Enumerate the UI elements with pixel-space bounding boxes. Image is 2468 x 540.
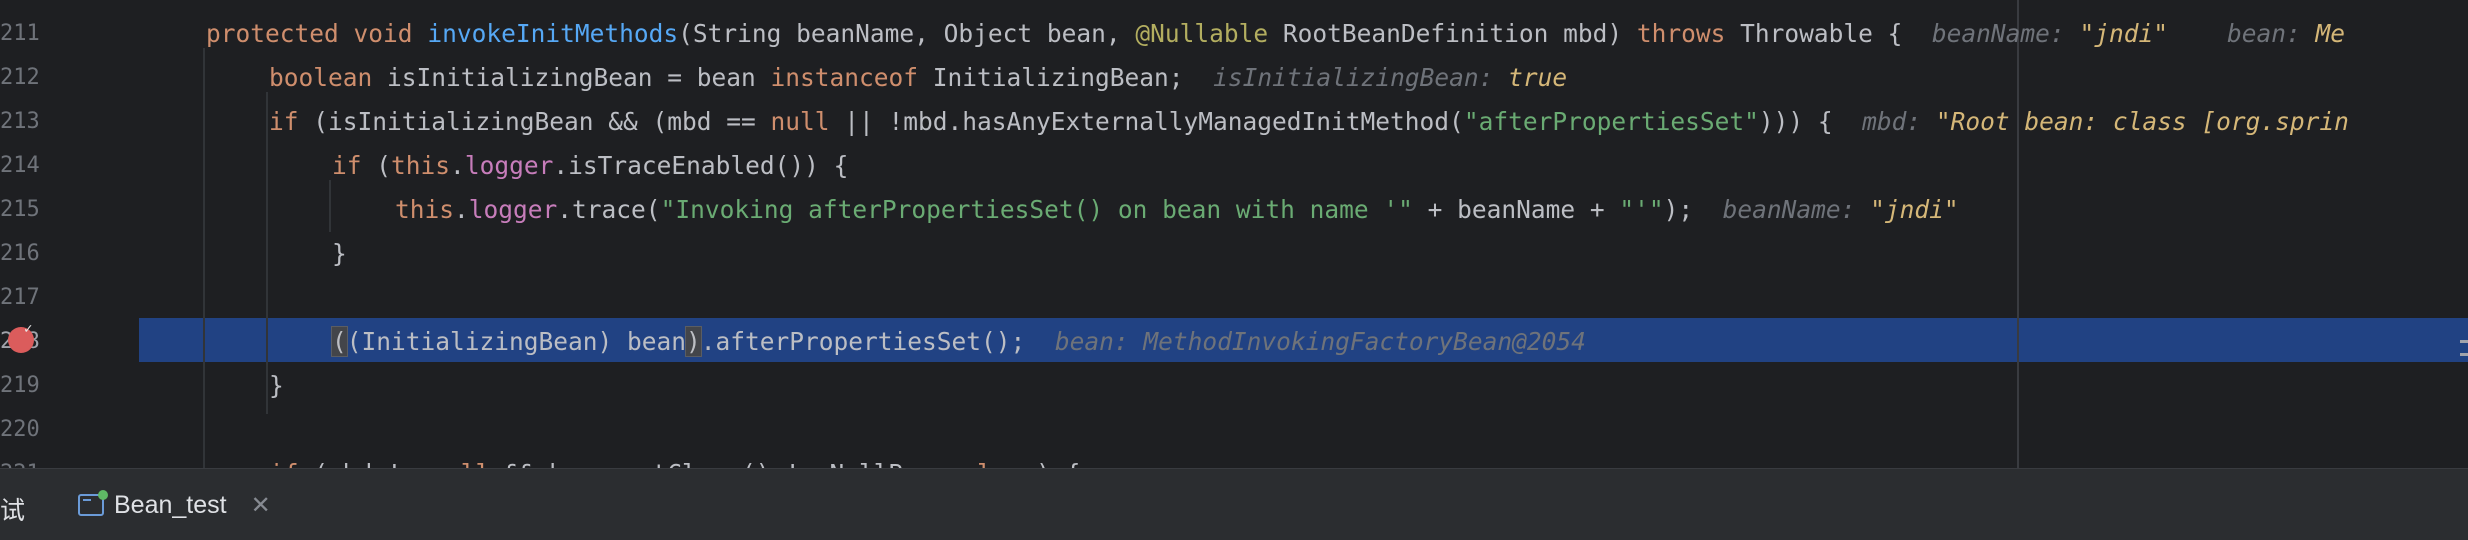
code-token: boolean (269, 63, 373, 92)
code-token: @Nullable (1135, 19, 1269, 48)
inline-debug-value-name[interactable]: beanName: (1932, 19, 2065, 48)
code-token: class (962, 459, 1036, 468)
code-line-213[interactable]: if (isInitializingBean && (mbd == null |… (139, 100, 2468, 144)
code-token: null (431, 459, 490, 468)
line-number[interactable]: 216 (0, 232, 40, 276)
code-line-214[interactable]: if (this.logger.isTraceEnabled()) { (139, 144, 2468, 188)
inline-debug-value[interactable]: Me (2316, 19, 2346, 48)
code-token: } (269, 371, 284, 400)
code-token: . (450, 151, 465, 180)
line-number[interactable]: 221 (0, 452, 40, 468)
code-token: isInitializingBean = bean (372, 63, 771, 92)
code-editor[interactable]: 211 212 213 214 215 216 217 218 219 220 … (0, 0, 2468, 468)
debug-tool-label[interactable]: 试 (0, 491, 25, 527)
inline-debug-value[interactable]: "Root bean: class [org.sprin (1936, 107, 2349, 136)
breakpoint-verified-check-icon: ✓ (24, 321, 33, 337)
line-number[interactable]: 219 (0, 364, 40, 408)
code-line-212[interactable]: boolean isInitializingBean = bean instan… (139, 56, 2468, 100)
code-line-216[interactable]: } (139, 232, 2468, 276)
code-token: logger (464, 151, 554, 180)
code-token: ))) { (1758, 107, 1833, 136)
inline-debug-value[interactable]: "jndi" (1870, 195, 1959, 224)
inline-debug-value-name[interactable]: mbd: (1862, 107, 1921, 136)
code-token: (InitializingBean) bean (346, 327, 687, 356)
code-token: null (770, 107, 830, 136)
code-line-219[interactable]: } (139, 364, 2468, 408)
code-token: void (353, 19, 413, 48)
code-token: ( (361, 151, 392, 180)
code-token: ); (1663, 195, 1694, 224)
code-token: ) { (1036, 459, 1080, 468)
inline-debug-value-name[interactable]: beanName: (1723, 195, 1856, 224)
inline-debug-value[interactable]: true (1508, 63, 1567, 92)
inline-debug-value-name[interactable]: isInitializingBean: (1213, 63, 1493, 92)
line-number[interactable]: 212 (0, 56, 40, 100)
matched-paren: ( (331, 326, 348, 357)
run-config-icon (78, 490, 108, 516)
code-token: protected (206, 19, 339, 48)
code-token: this (395, 195, 455, 224)
code-token: (isInitializingBean && (mbd == (298, 107, 771, 136)
code-token: "Invoking afterPropertiesSet() on bean w… (660, 195, 1413, 224)
code-token: (mbd != (299, 459, 432, 468)
code-token: (String beanName, Object bean, (678, 19, 1136, 48)
inline-debug-value[interactable]: "jndi" (2079, 19, 2168, 48)
line-number[interactable]: 213 (0, 100, 40, 144)
line-number[interactable]: 217 (0, 276, 40, 320)
code-token: this (391, 151, 451, 180)
code-token: .trace( (557, 195, 661, 224)
running-indicator-icon (98, 490, 108, 500)
code-token: throws (1636, 19, 1726, 48)
line-number[interactable]: 220 (0, 408, 40, 452)
code-line-211[interactable]: protected void invokeInitMethods(String … (139, 12, 2468, 56)
code-token: RootBeanDefinition mbd) (1268, 19, 1637, 48)
code-area[interactable]: protected void invokeInitMethods(String … (139, 0, 2468, 468)
line-number[interactable]: 214 (0, 144, 40, 188)
code-token: . (454, 195, 469, 224)
scrollbar-markers[interactable] (2460, 330, 2468, 410)
code-token: .isTraceEnabled()) { (553, 151, 849, 180)
scroll-marker (2460, 340, 2468, 343)
code-token: InitializingBean; (918, 63, 1184, 92)
editor-gutter[interactable]: 211 212 213 214 215 216 217 218 219 220 … (0, 0, 139, 468)
code-token: instanceof (770, 63, 919, 92)
code-token: "'" (1619, 195, 1664, 224)
inline-debug-value[interactable]: bean: MethodInvokingFactoryBean@2054 (1055, 327, 1586, 356)
tab-label: Bean_test (114, 490, 227, 519)
code-line-218[interactable]: ((InitializingBean) bean).afterPropertie… (139, 320, 2468, 364)
inline-debug-value-name[interactable]: bean: (2227, 19, 2301, 48)
code-token: logger (468, 195, 558, 224)
code-token: } (332, 239, 347, 268)
code-token: + beanName + (1412, 195, 1620, 224)
code-line-215[interactable]: this.logger.trace("Invoking afterPropert… (139, 188, 2468, 232)
code-token: if (332, 151, 362, 180)
line-number[interactable]: 215 (0, 188, 40, 232)
code-token: if (269, 459, 299, 468)
code-token: || !mbd.hasAnyExternallyManagedInitMetho… (829, 107, 1464, 136)
debug-tool-window-bar: 试 Bean_test ✕ (0, 468, 2468, 540)
code-token: "afterPropertiesSet" (1463, 107, 1759, 136)
close-icon[interactable]: ✕ (251, 491, 271, 520)
tab-bean-test[interactable]: Bean_test ✕ (78, 483, 271, 527)
code-token: .afterPropertiesSet(); (700, 327, 1026, 356)
code-token: invokeInitMethods (427, 19, 679, 48)
matched-paren: ) (685, 326, 702, 357)
scroll-marker (2460, 353, 2468, 356)
code-token: && bean.getClass() != NullBean. (490, 459, 962, 468)
code-line-221[interactable]: if (mbd != null && bean.getClass() != Nu… (139, 452, 2468, 468)
code-token: if (269, 107, 299, 136)
line-number[interactable]: 211 (0, 12, 40, 56)
code-token: Throwable { (1725, 19, 1903, 48)
